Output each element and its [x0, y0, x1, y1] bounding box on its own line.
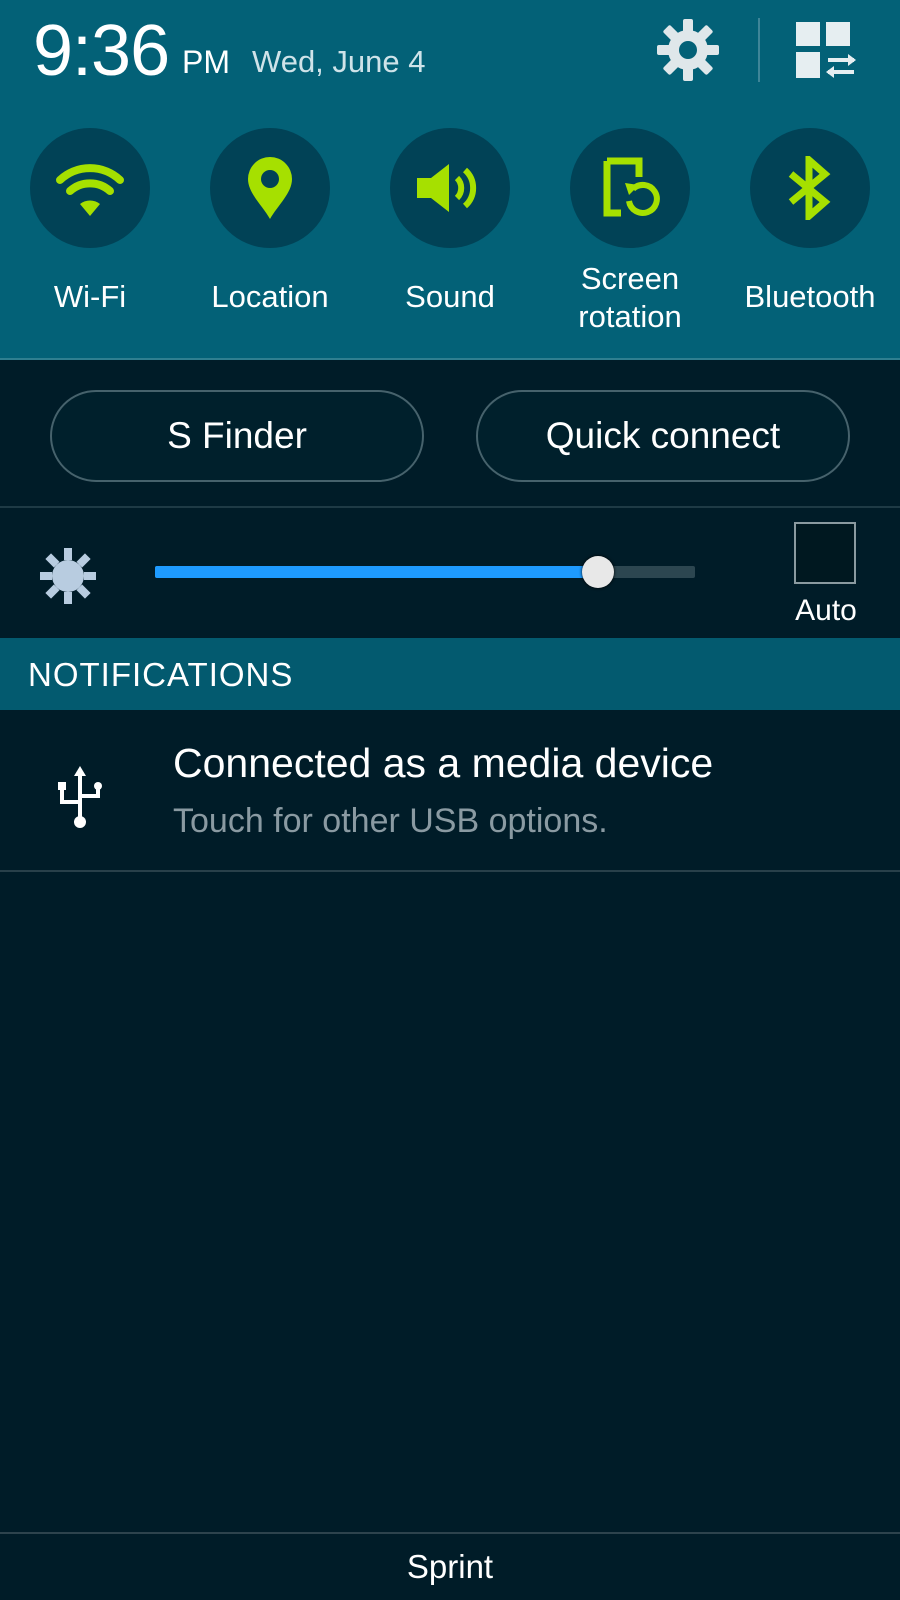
usb-icon [58, 766, 102, 828]
speaker-icon [417, 164, 477, 212]
clock-ampm: PM [182, 44, 230, 80]
toggle-sound-circle [390, 128, 510, 248]
auto-brightness-checkbox[interactable] [794, 522, 856, 584]
brightness-slider-knob[interactable] [582, 556, 614, 588]
wifi-icon [56, 164, 124, 216]
notifications-title: NOTIFICATIONS [28, 656, 294, 693]
auto-brightness-label: Auto [795, 594, 857, 627]
location-pin-icon [248, 157, 292, 219]
screen-rotation-icon [603, 157, 660, 217]
toggle-wifi[interactable]: Wi-Fi [2, 128, 178, 348]
notification-title: Connected as a media device [173, 740, 714, 786]
brightness-row: Auto [0, 510, 900, 638]
toggle-screen-rotation-label-line2: rotation [578, 299, 682, 334]
quick-panel-header: 9:36 PM Wed, June 4 Wi-Fi Location Sound… [0, 0, 900, 360]
toggle-wifi-label: Wi-Fi [53, 279, 127, 314]
toggle-bluetooth-circle [750, 128, 870, 248]
toggle-bluetooth[interactable]: Bluetooth [722, 128, 898, 348]
toggle-screen-rotation-circle [570, 128, 690, 248]
edit-toggles-button[interactable] [790, 16, 862, 86]
toggle-sound[interactable]: Sound [362, 128, 538, 348]
clock-time: 9:36 [33, 11, 170, 91]
date-label: Wed, June 4 [252, 44, 426, 79]
edit-toggles-icon [796, 22, 856, 78]
bluetooth-icon [788, 156, 831, 220]
toggle-location-circle [210, 128, 330, 248]
toggle-screen-rotation-label: Screen rotation [542, 260, 718, 336]
toggle-location[interactable]: Location [182, 128, 358, 348]
s-finder-button[interactable]: S Finder [50, 390, 424, 482]
toggle-sound-label: Sound [405, 279, 495, 314]
toggle-bluetooth-label: Bluetooth [744, 279, 876, 314]
brightness-sun-icon [40, 548, 96, 604]
notification-usb[interactable]: Connected as a media device Touch for ot… [0, 710, 900, 872]
header-divider [758, 18, 760, 82]
quick-connect-button[interactable]: Quick connect [476, 390, 850, 482]
toggle-screen-rotation[interactable]: Screen rotation [542, 128, 718, 348]
gear-icon [657, 19, 719, 81]
notifications-header: NOTIFICATIONS [0, 638, 900, 710]
quick-buttons-row: S Finder Quick connect [0, 362, 900, 508]
carrier-footer: Sprint [0, 1532, 900, 1600]
notification-subtitle: Touch for other USB options. [173, 802, 608, 840]
brightness-slider[interactable] [155, 556, 695, 588]
toggle-location-label: Location [211, 279, 329, 314]
settings-button[interactable] [648, 14, 728, 86]
toggle-screen-rotation-label-line1: Screen [580, 261, 680, 296]
toggle-wifi-circle [30, 128, 150, 248]
brightness-slider-fill [155, 566, 598, 578]
